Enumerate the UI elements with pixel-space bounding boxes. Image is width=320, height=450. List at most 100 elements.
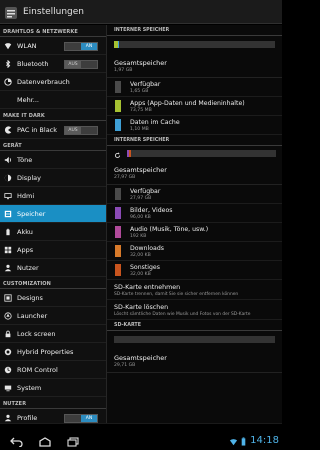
storage-detail-pane: INTERNER SPEICHER Gesamtspeicher 1,97 GB… [107,25,282,423]
sidebar-item-wlan[interactable]: WLAN AN [0,37,106,55]
storage-category-row[interactable]: Sonstiges 32,00 KB [107,261,282,280]
sidebar-item-apps[interactable]: Apps [0,241,106,259]
sidebar-item-label: Launcher [17,311,48,320]
storage-category-row[interactable]: Audio (Musik, Töne, usw.) 192 KB [107,223,282,242]
profile-toggle[interactable]: AN [64,414,98,423]
section-header: CUSTOMIZATION [0,277,106,289]
category-size: 1,10 MB [130,127,149,132]
sidebar-item-label: Bluetooth [17,59,49,68]
sidebar-item-hybrid-properties[interactable]: Hybrid Properties [0,343,106,361]
category-size: 32,00 KB [130,253,151,258]
sidebar-item-label: Töne [17,155,33,164]
total-label: Gesamtspeicher [114,354,167,362]
erase-sd-button[interactable]: SD-Karte löschen Löscht sämtliche Daten … [107,300,282,320]
launcher-icon [4,311,12,320]
storage-icon [4,210,12,218]
sidebar-item-bluetooth[interactable]: Bluetooth AUS [0,55,106,73]
sidebar-item-display[interactable]: Display [0,169,106,187]
sidebar-item-label: Apps [17,245,34,254]
sidebar-item-launcher[interactable]: Launcher [0,307,106,325]
data-usage-icon [4,77,12,86]
sidebar-item-label: Hdmi [17,191,35,200]
storage-category-row[interactable]: Bilder, Videos 96,00 KB [107,204,282,223]
section-header: GERÄT [0,139,106,151]
wlan-toggle[interactable]: AN [64,42,98,51]
storage-category-row[interactable]: Downloads 32,00 KB [107,242,282,261]
category-swatch [115,207,121,219]
status-area[interactable]: 14:18 [229,431,279,450]
settings-app-icon[interactable] [4,5,18,19]
battery-status-icon [241,431,246,450]
sidebar-item-label: Display [17,173,41,182]
sidebar-item-label: Akku [17,227,33,236]
total-storage-row[interactable]: Gesamtspeicher 29,71 GB [107,348,282,373]
home-icon[interactable] [38,432,52,447]
sidebar-item-toene[interactable]: Töne [0,151,106,169]
sidebar-item-system[interactable]: System [0,379,106,397]
sidebar-item-label: WLAN [17,41,37,50]
brightness-icon [4,174,12,182]
hybrid-icon [4,348,12,356]
category-size: 73,75 MB [130,108,152,113]
sidebar-item-label: ROM Control [17,365,58,374]
bar-segment-cache [118,41,119,48]
action-title: SD-Karte entnehmen [114,284,181,291]
category-size: 1,65 GB [130,89,149,94]
category-swatch [115,245,121,257]
category-label: Verfügbar [130,81,161,88]
recent-apps-icon[interactable] [66,432,80,447]
sidebar-item-pac-in-black[interactable]: PAC in Black AUS [0,121,106,139]
clock: 14:18 [250,435,279,446]
sidebar-item-label: System [17,383,42,392]
refresh-icon[interactable] [114,144,121,163]
system-bar: 14:18 [0,423,282,450]
pac-icon [4,125,12,134]
apps-icon [4,246,12,254]
lock-icon [4,330,12,338]
sidebar-item-nutzer[interactable]: Nutzer [0,259,106,277]
wifi-signal-icon [229,431,238,450]
category-size: 96,00 KB [130,215,151,220]
storage-category-row[interactable]: Daten im Cache 1,10 MB [107,116,282,135]
storage-category-row[interactable]: Verfügbar 1,65 GB [107,78,282,97]
pac-toggle[interactable]: AUS [64,126,98,135]
section-header: NUTZER [0,397,106,409]
action-description: SD-Karte trennen, damit Sie sie sicher e… [114,292,239,297]
sidebar-item-designs[interactable]: Designs [0,289,106,307]
bluetooth-toggle[interactable]: AUS [64,60,98,69]
unmount-sd-button[interactable]: SD-Karte entnehmen SD-Karte trennen, dam… [107,280,282,300]
user-icon [4,264,12,272]
sidebar-item-hdmi[interactable]: Hdmi [0,187,106,205]
total-size: 1,97 GB [114,68,133,73]
sidebar-item-profile[interactable]: Profile AN [0,409,106,423]
category-swatch [115,264,121,276]
storage-category-row[interactable]: Verfügbar 27,97 GB [107,185,282,204]
section-header: INTERNER SPEICHER [107,25,282,36]
back-icon[interactable] [10,432,24,448]
bar-segment-other [129,149,131,157]
category-swatch [115,81,121,93]
total-storage-row[interactable]: Gesamtspeicher 27,97 GB [107,160,282,185]
toggle-state: AN [81,43,97,50]
storage-category-row[interactable]: Apps (App-Daten und Medieninhalte) 73,75 … [107,97,282,116]
storage-usage-bar [114,41,275,48]
sidebar-item-mehr[interactable]: Mehr... [0,91,106,109]
sidebar-item-datenverbrauch[interactable]: Datenverbrauch [0,73,106,91]
total-storage-row[interactable]: Gesamtspeicher 1,97 GB [107,53,282,78]
sidebar-item-lock-screen[interactable]: Lock screen [0,325,106,343]
rom-control-icon [4,366,12,374]
total-size: 27,97 GB [114,175,136,180]
sidebar-item-speicher[interactable]: Speicher [0,205,106,223]
category-swatch [115,119,121,131]
category-label: Sonstiges [130,264,160,271]
sidebar-item-akku[interactable]: Akku [0,223,106,241]
category-swatch [115,226,121,238]
action-title: SD-Karte löschen [114,304,169,311]
sidebar-item-rom-control[interactable]: ROM Control [0,361,106,379]
hdmi-icon [4,192,12,200]
category-label: Downloads [130,245,164,252]
category-size: 192 KB [130,234,147,239]
battery-icon [4,228,12,236]
category-size: 32,00 KB [130,272,151,277]
toggle-state: AN [81,415,97,422]
